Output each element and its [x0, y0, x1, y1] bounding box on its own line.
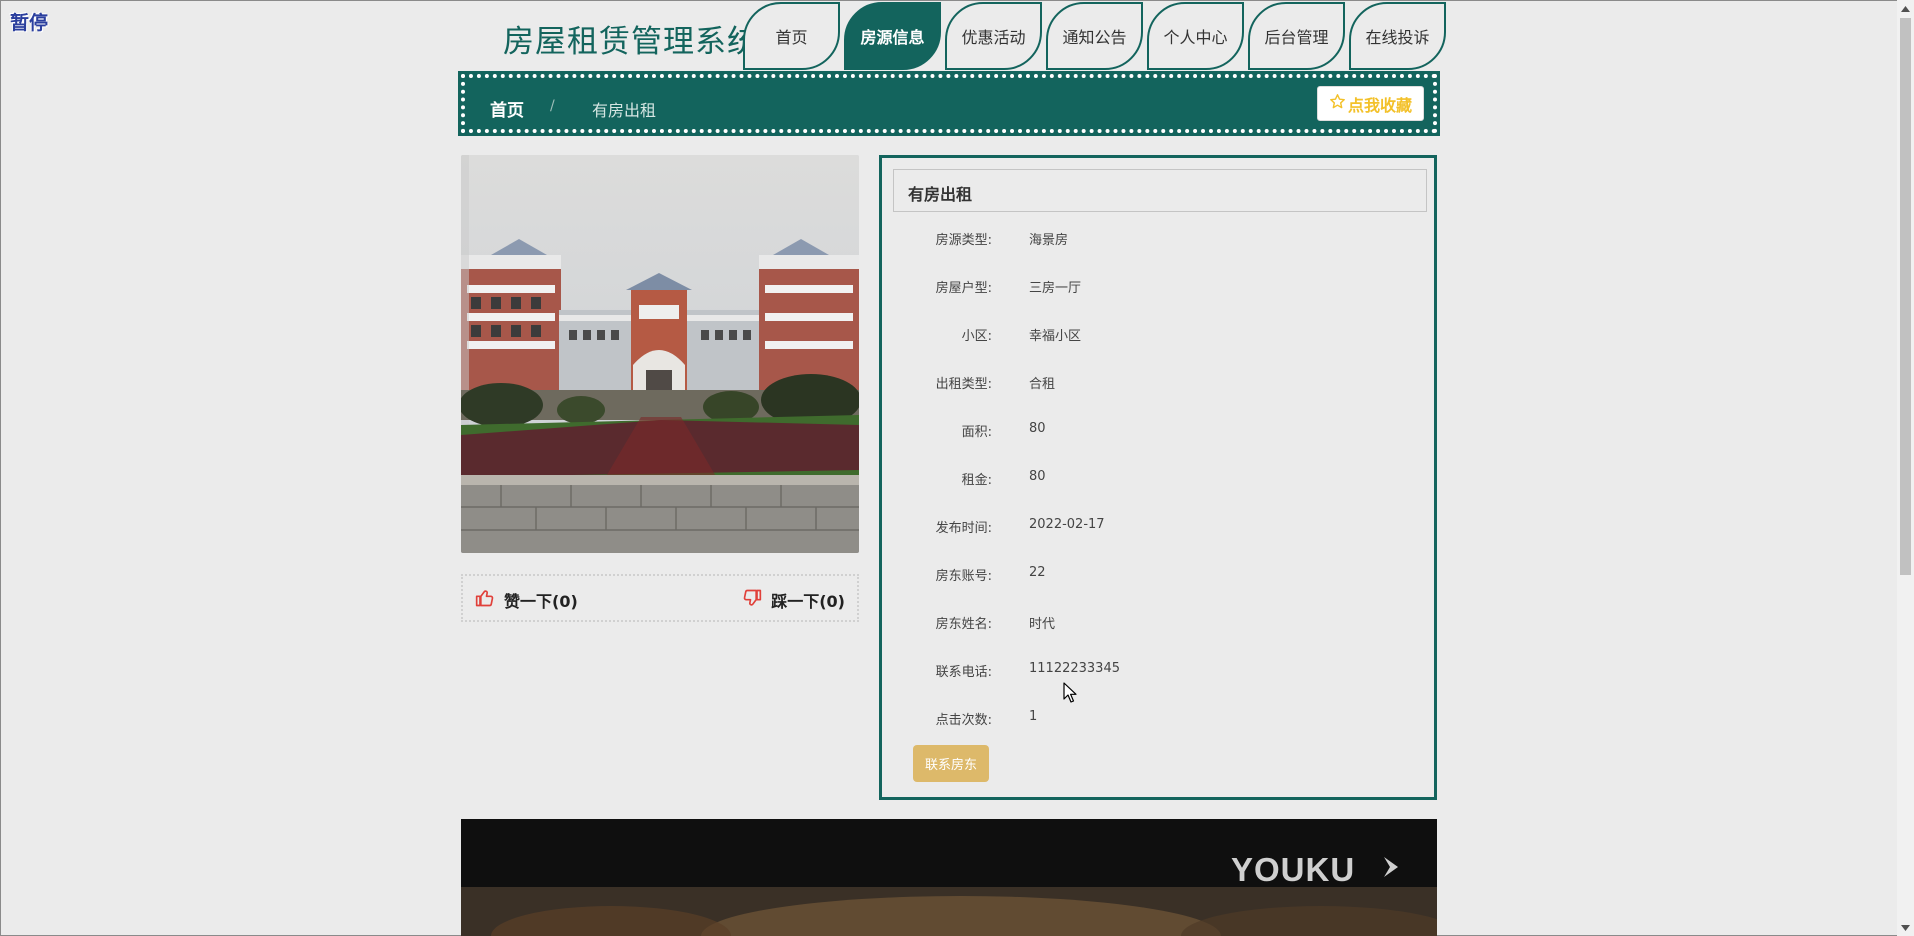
field-value: 1 — [1029, 709, 1038, 724]
youku-watermark: YOUKU — [1231, 851, 1356, 888]
field-label: 面积: — [961, 425, 992, 440]
field-value: 幸福小区 — [1029, 329, 1082, 344]
detail-row-rental-type: 出租类型: 合租 — [882, 373, 1422, 393]
field-label: 小区: — [961, 329, 992, 344]
nav-item-complaints[interactable]: 在线投诉 — [1349, 2, 1446, 70]
scroll-up-arrow-icon[interactable] — [1897, 0, 1914, 17]
pause-overlay-label[interactable]: 暂停 — [10, 8, 48, 35]
contact-landlord-button[interactable]: 联系房东 — [913, 745, 989, 782]
breadcrumb-current: 有房出租 — [592, 101, 657, 120]
nav-item-listings[interactable]: 房源信息 — [844, 2, 941, 70]
nav-item-home[interactable]: 首页 — [743, 2, 840, 70]
favorite-button-label: 点我收藏 — [1347, 95, 1412, 115]
scrollbar-thumb[interactable] — [1900, 18, 1911, 575]
field-value: 三房一厅 — [1029, 281, 1082, 296]
detail-row-community: 小区: 幸福小区 — [882, 325, 1422, 345]
detail-row-layout: 房屋户型: 三房一厅 — [882, 277, 1422, 297]
breadcrumb-home-link[interactable]: 首页 — [490, 96, 524, 121]
nav-item-promotions[interactable]: 优惠活动 — [945, 2, 1042, 70]
video-player[interactable]: YOUKU — [461, 819, 1437, 936]
scroll-down-arrow-icon[interactable] — [1897, 919, 1914, 936]
field-value: 时代 — [1029, 617, 1056, 632]
field-value: 海景房 — [1029, 233, 1069, 248]
property-photo — [461, 155, 859, 553]
detail-row-landlord-name: 房东姓名: 时代 — [882, 613, 1422, 633]
field-label: 房东姓名: — [935, 617, 992, 632]
detail-row-property-type: 房源类型: 海景房 — [882, 229, 1422, 249]
field-label: 房源类型: — [935, 233, 992, 248]
nav-item-announcements[interactable]: 通知公告 — [1046, 2, 1143, 70]
feedback-bar: 赞一下(0) 踩一下(0) — [461, 574, 859, 622]
detail-row-landlord-account: 房东账号: 22 — [882, 565, 1422, 585]
main-nav: 首页 房源信息 优惠活动 通知公告 个人中心 后台管理 在线投诉 — [743, 2, 1450, 70]
favorite-button[interactable]: 点我收藏 — [1317, 86, 1424, 121]
dislike-button[interactable]: 踩一下(0) — [742, 588, 845, 612]
field-value: 合租 — [1029, 377, 1056, 392]
field-label: 发布时间: — [935, 521, 992, 536]
thumbs-up-icon — [475, 588, 495, 612]
like-button[interactable]: 赞一下(0) — [475, 588, 578, 612]
field-label: 点击次数: — [935, 713, 992, 728]
field-value: 80 — [1029, 421, 1046, 436]
nav-item-profile[interactable]: 个人中心 — [1147, 2, 1244, 70]
site-title: 房屋租赁管理系统 — [503, 24, 759, 60]
field-label: 房东账号: — [935, 569, 992, 584]
field-value: 22 — [1029, 565, 1046, 580]
thumbs-down-icon — [742, 588, 762, 612]
detail-row-phone: 联系电话: 11122233345 — [882, 661, 1422, 681]
field-label: 租金: — [961, 473, 992, 488]
detail-row-publish-date: 发布时间: 2022-02-17 — [882, 517, 1422, 537]
mouse-pointer-icon — [1063, 682, 1077, 707]
breadcrumb: 首页 / 有房出租 点我收藏 — [458, 71, 1440, 136]
field-label: 房屋户型: — [935, 281, 992, 296]
dislike-button-label: 踩一下(0) — [771, 592, 845, 611]
detail-title: 有房出租 — [893, 169, 1427, 212]
field-value: 11122233345 — [1029, 661, 1120, 676]
detail-row-click-count: 点击次数: 1 — [882, 709, 1422, 729]
nav-item-admin[interactable]: 后台管理 — [1248, 2, 1345, 70]
page-scrollbar[interactable] — [1897, 0, 1914, 936]
field-value: 80 — [1029, 469, 1046, 484]
field-value: 2022-02-17 — [1029, 517, 1105, 532]
field-label: 联系电话: — [935, 665, 992, 680]
breadcrumb-separator: / — [550, 98, 555, 114]
detail-row-rent: 租金: 80 — [882, 469, 1422, 489]
detail-row-area: 面积: 80 — [882, 421, 1422, 441]
field-label: 出租类型: — [935, 377, 992, 392]
property-detail-panel: 有房出租 房源类型: 海景房 房屋户型: 三房一厅 小区: 幸福小区 出租类型:… — [879, 155, 1437, 800]
like-button-label: 赞一下(0) — [504, 592, 578, 611]
star-icon — [1329, 93, 1346, 114]
